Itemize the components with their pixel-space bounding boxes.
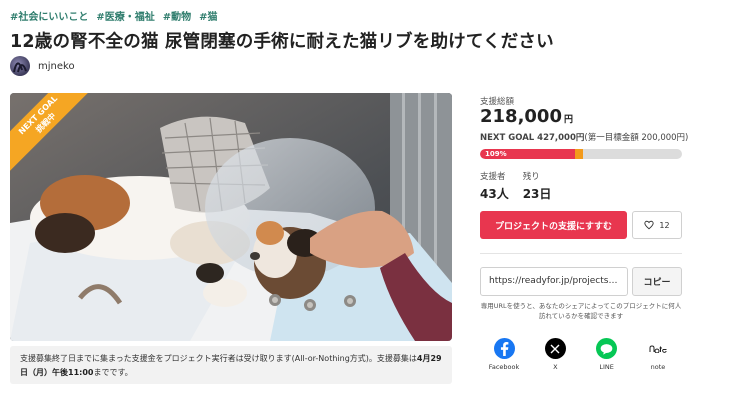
supporters-label: 支援者 [480,172,506,182]
tag-link[interactable]: #猫 [199,8,217,23]
progress-bar: 109% [480,149,682,159]
author-link[interactable]: mjneko [10,56,75,76]
support-project-button[interactable]: プロジェクトの支援にすすむ [480,211,627,239]
share-facebook[interactable]: Facebook [486,338,522,371]
share-line[interactable]: LINE [589,338,625,371]
facebook-icon [493,338,515,359]
project-main-image: NEXT GOAL 挑戦中 [10,93,452,341]
next-goal-amount: NEXT GOAL 427,000円 [480,133,585,143]
tag-link[interactable]: #社会にいいこと [10,8,88,23]
note-icon [647,338,669,359]
tag-link[interactable]: #医療・福祉 [96,8,154,23]
favorite-button[interactable]: 12 [632,211,682,239]
tag-list: #社会にいいこと #医療・福祉 #動物 #猫 [10,8,218,23]
share-note[interactable]: note [640,338,676,371]
share-label: LINE [599,363,614,371]
next-goal: NEXT GOAL 427,000円(第一目標金額 200,000円) [480,131,688,143]
share-buttons: Facebook X LINE note [480,338,682,371]
share-url-note: 専用URLを使うと、あなたのシェアによってこのプロジェクトに何人訪れているかを確… [480,302,682,320]
share-label: X [553,363,558,371]
supporters-value: 43人 [480,187,509,201]
remaining-label: 残り [522,172,540,182]
tag-link[interactable]: #動物 [163,8,191,23]
all-or-nothing-notice: 支援募集終了日までに集まった支援金をプロジェクト実行者は受け取ります(All-o… [10,346,452,384]
heart-icon [644,220,655,230]
funding-amount: 218,000 円 [480,106,573,127]
remaining-value: 23日 [522,187,552,201]
line-icon [596,338,618,359]
x-icon [544,338,566,359]
amount-unit: 円 [563,115,573,125]
first-goal-amount: (第一目標金額 200,000円) [584,133,689,143]
notice-text: 支援募集終了日までに集まった支援金をプロジェクト実行者は受け取ります(All-o… [20,354,417,363]
amount-value: 218,000 [480,106,562,127]
remaining-stat: 残り 23日 [523,170,552,202]
supporters-stat: 支援者 43人 [480,170,509,202]
author-name: mjneko [38,60,75,72]
share-x[interactable]: X [537,338,573,371]
page-title: 12歳の腎不全の猫 尿管閉塞の手術に耐えた猫リブを助けてください [10,32,554,52]
divider [480,253,682,254]
share-label: Facebook [488,363,520,371]
share-label: note [650,363,666,371]
avatar [10,56,30,76]
copy-button[interactable]: コピー [632,267,682,296]
share-url-field[interactable]: https://readyfor.jp/projects/r... [480,267,628,296]
progress-percent: 109% [485,150,507,158]
favorite-count: 12 [659,220,670,230]
stats: 支援者 43人 残り 23日 [480,170,551,202]
notice-text-end: までです。 [93,368,133,377]
